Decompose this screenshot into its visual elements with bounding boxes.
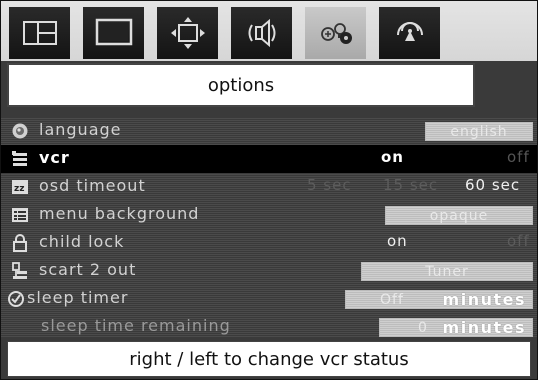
- vcr-icon: [11, 150, 29, 168]
- monitor-icon: [95, 18, 132, 46]
- sleep-time-remaining-label: sleep time remaining: [41, 316, 231, 335]
- scart-2-out-value[interactable]: Tuner: [361, 262, 533, 281]
- tab-options[interactable]: [305, 7, 366, 59]
- osd-option-15sec[interactable]: 15 sec: [383, 176, 438, 194]
- sleep-timer-label: sleep timer: [27, 288, 129, 307]
- page-title: options: [7, 63, 475, 107]
- vcr-option-off[interactable]: off: [507, 148, 530, 166]
- sleep-remaining-number: 0: [418, 319, 428, 336]
- child-lock-option-off[interactable]: off: [507, 232, 530, 250]
- menu-background-value[interactable]: opaque: [385, 206, 533, 225]
- menu-item-vcr[interactable]: vcr on off: [1, 145, 537, 173]
- sleep-remaining-unit: minutes: [442, 318, 526, 337]
- sleep-timer-number: Off: [380, 291, 404, 308]
- options-menu-list: language english vcr on off zz osd timeo…: [1, 117, 537, 337]
- tab-sound[interactable]: [231, 7, 292, 59]
- menu-background-icon: [11, 206, 29, 224]
- globe-icon: [11, 122, 29, 140]
- tab-install[interactable]: [379, 7, 440, 59]
- sleep-timer-value[interactable]: Off minutes: [345, 290, 533, 309]
- osd-option-60sec[interactable]: 60 sec: [465, 176, 520, 194]
- tab-picture[interactable]: [83, 7, 144, 59]
- child-lock-label: child lock: [39, 232, 125, 251]
- child-lock-option-on[interactable]: on: [387, 232, 408, 250]
- language-label: language: [39, 120, 122, 139]
- split-screen-icon: [22, 21, 57, 45]
- status-hint: right / left to change vcr status: [7, 341, 531, 377]
- scart-2-out-label: scart 2 out: [39, 260, 137, 279]
- menu-item-child-lock[interactable]: child lock on off: [1, 229, 537, 257]
- menu-background-label: menu background: [39, 204, 200, 223]
- geometry-arrows-icon: [170, 17, 205, 49]
- options-bulbs-icon: [320, 23, 352, 44]
- menu-item-sleep-timer[interactable]: sleep timer Off minutes: [1, 285, 537, 313]
- osd-timeout-label: osd timeout: [39, 176, 146, 195]
- menu-item-osd-timeout[interactable]: zz osd timeout 5 sec 15 sec 60 sec: [1, 173, 537, 201]
- vcr-label: vcr: [39, 148, 70, 167]
- tab-geometry[interactable]: [157, 7, 218, 59]
- svg-text:zz: zz: [14, 184, 24, 194]
- menu-item-language[interactable]: language english: [1, 117, 537, 145]
- sleep-timer-unit: minutes: [442, 290, 526, 309]
- tab-bar: [1, 1, 537, 61]
- sleep-time-remaining-value: 0 minutes: [379, 318, 533, 337]
- menu-item-sleep-time-remaining: sleep time remaining 0 minutes: [1, 313, 537, 341]
- menu-item-menu-background[interactable]: menu background opaque: [1, 201, 537, 229]
- antenna-icon: [396, 22, 423, 41]
- clock-icon: [7, 290, 25, 308]
- speaker-icon: [248, 18, 275, 48]
- menu-item-scart-2-out[interactable]: scart 2 out Tuner: [1, 257, 537, 285]
- lock-icon: [11, 234, 29, 252]
- zz-icon: zz: [11, 178, 29, 196]
- language-value[interactable]: english: [425, 122, 533, 141]
- vcr-option-on[interactable]: on: [381, 148, 404, 166]
- menu-window: options language english vcr on off zz o…: [0, 0, 538, 380]
- tab-picture-size[interactable]: [9, 7, 70, 59]
- scart-icon: [11, 262, 29, 280]
- osd-option-5sec[interactable]: 5 sec: [307, 176, 352, 194]
